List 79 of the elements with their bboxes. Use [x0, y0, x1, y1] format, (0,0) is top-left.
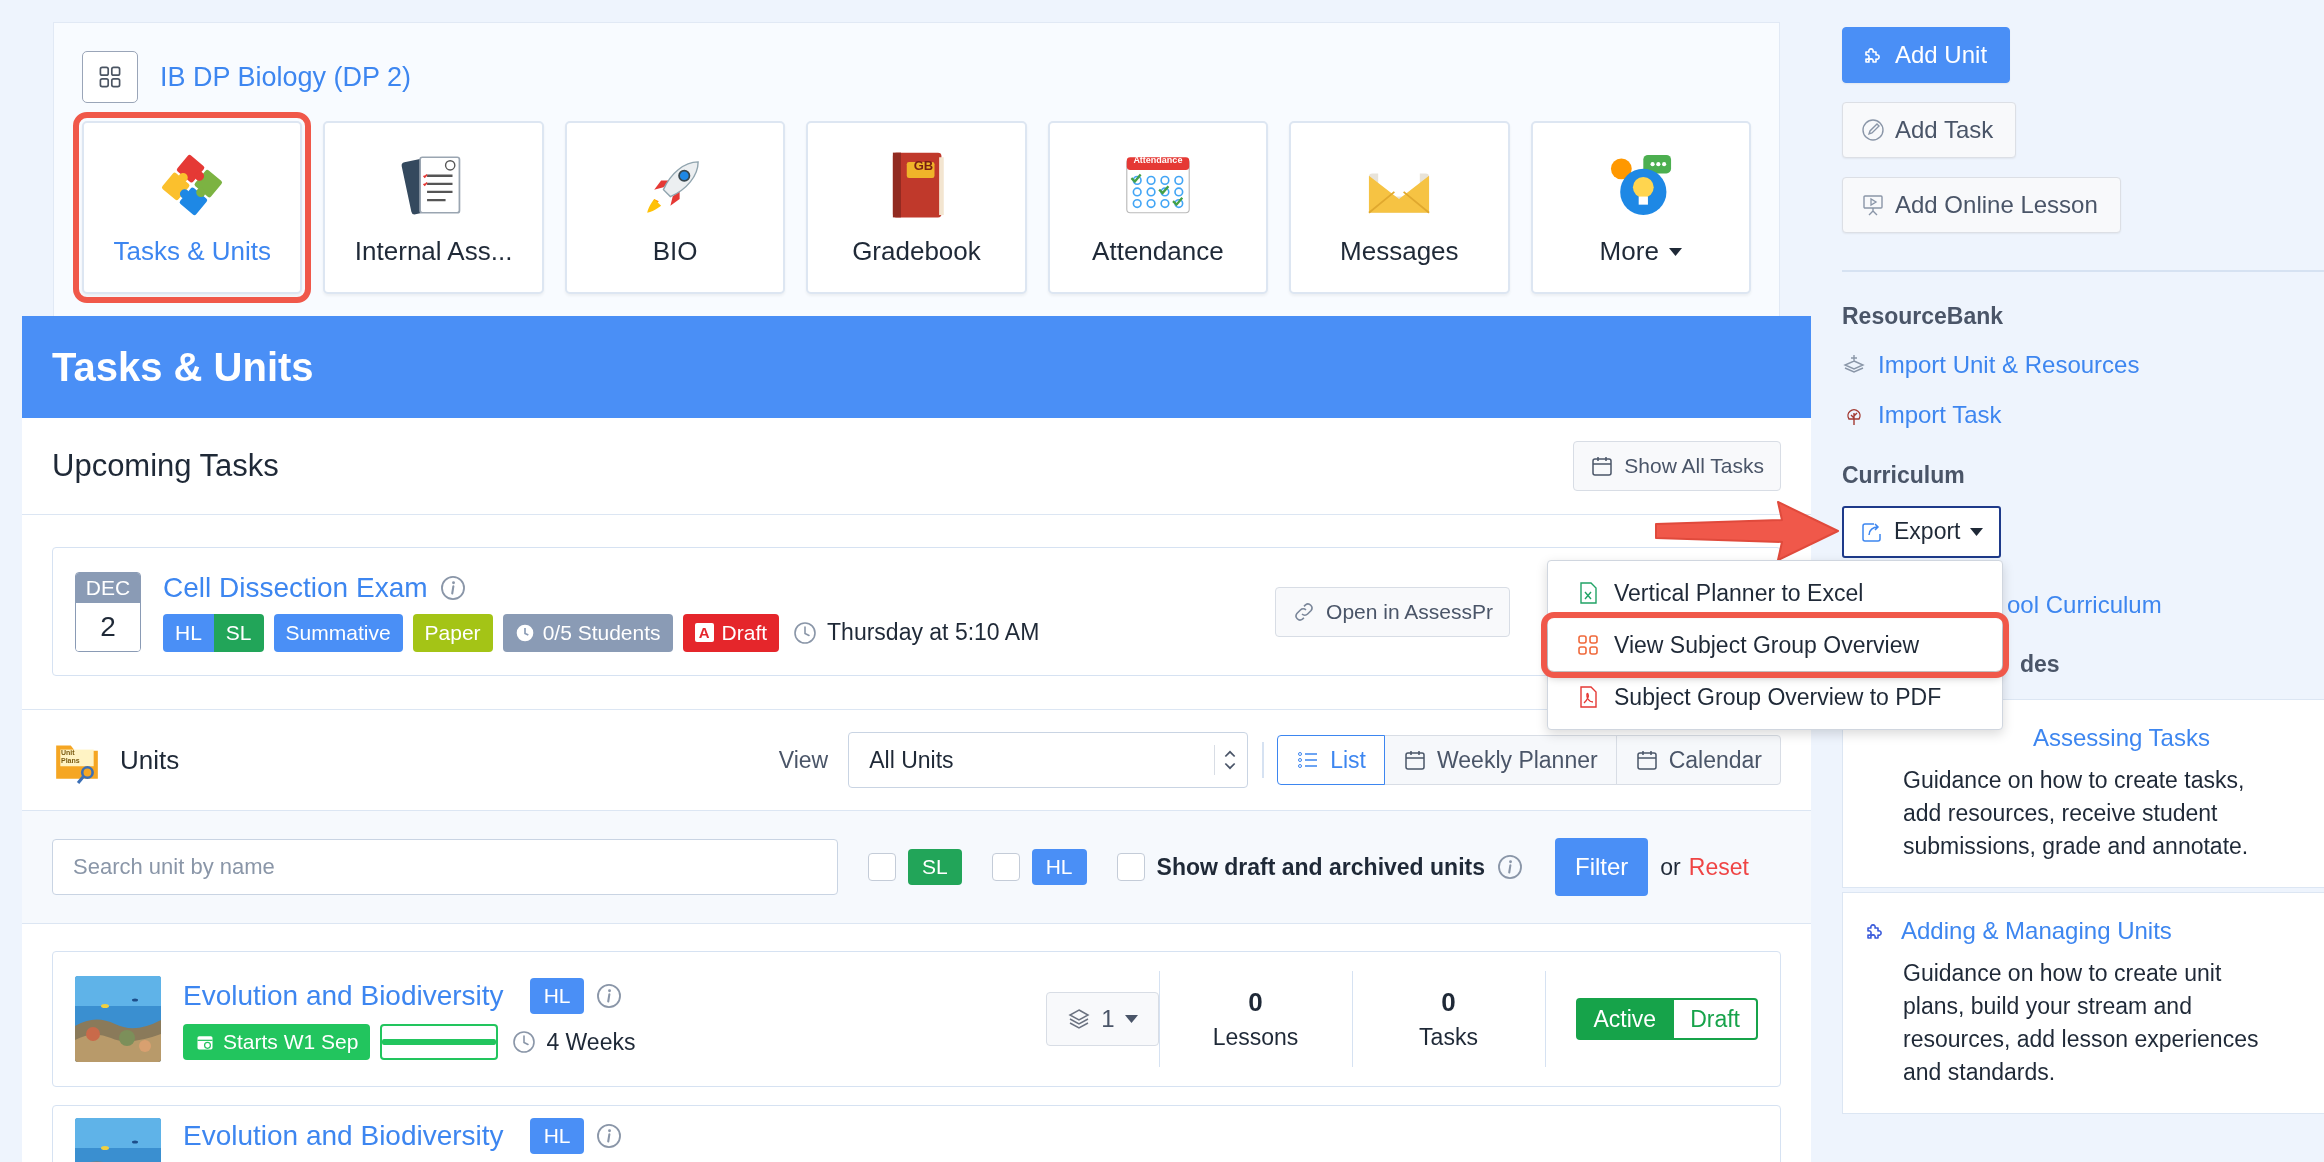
- apps-grid-button[interactable]: [82, 51, 138, 103]
- lesson-count: 0: [1248, 987, 1263, 1018]
- tag-badge: Summative: [273, 613, 403, 652]
- date-month: DEC: [76, 572, 140, 603]
- layers-icon: [1067, 1007, 1092, 1031]
- menu-item[interactable]: Subject Group Overview to PDF: [1548, 671, 2002, 723]
- section-heading: Upcoming Tasks: [52, 448, 279, 484]
- clock-icon: [793, 620, 818, 645]
- info-icon[interactable]: [596, 1123, 623, 1149]
- guide-link[interactable]: Adding & Managing Units: [1901, 916, 2172, 945]
- level-badge: SL: [908, 849, 962, 885]
- start-badge: Starts W1 Sep: [183, 1024, 371, 1060]
- info-icon[interactable]: [1497, 854, 1523, 880]
- students-badge: 0/5 Students: [502, 613, 673, 652]
- open-button[interactable]: Open in AssessPr: [1275, 586, 1510, 637]
- task-title[interactable]: Cell Dissection Exam: [163, 571, 428, 604]
- caret-icon: [1970, 527, 1984, 536]
- export-button[interactable]: Export: [1842, 505, 2002, 558]
- guide-description: Guidance on how to create unit plans, build your stream and resources, add lesson experiences and standards.: [1903, 958, 2260, 1087]
- grid-icon: [98, 65, 122, 89]
- due-time: Thursday at 5:10 AM: [827, 619, 1040, 646]
- caret-icon: [1124, 1015, 1138, 1023]
- reset-link[interactable]: Reset: [1688, 853, 1749, 881]
- status-badge: A Draft: [682, 613, 780, 652]
- task-count: 0: [1441, 987, 1456, 1018]
- menu-item[interactable]: View Subject Group Overview: [1548, 619, 2002, 671]
- stat-label: Tasks: [1419, 1024, 1478, 1051]
- level-badge: HL: [529, 1118, 585, 1154]
- action-button[interactable]: Add Online Lesson: [1842, 177, 2121, 233]
- tag-badge: Paper: [412, 613, 493, 652]
- view-tab[interactable]: Weekly Planner: [1384, 735, 1617, 785]
- menu-item[interactable]: Vertical Planner to Excel: [1548, 567, 2002, 619]
- checkbox[interactable]: [1116, 853, 1145, 881]
- presentation-icon: [1861, 193, 1885, 217]
- level-badge: SL: [213, 613, 264, 652]
- duration: 4 Weeks: [546, 1028, 636, 1056]
- unit-title[interactable]: Evolution and Biodiversity: [183, 1120, 504, 1152]
- section-heading: Units: [120, 744, 180, 776]
- checkbox[interactable]: [991, 853, 1020, 881]
- view-label: View: [778, 746, 829, 774]
- info-icon[interactable]: [439, 574, 466, 601]
- app-tile[interactable]: More: [1530, 121, 1751, 294]
- view-tab[interactable]: Calendar: [1615, 735, 1781, 785]
- search-field[interactable]: Search unit by name: [52, 839, 838, 895]
- pencil-icon: [1861, 118, 1885, 142]
- app-tile[interactable]: BIO: [564, 121, 786, 294]
- view-tab[interactable]: List: [1277, 735, 1385, 785]
- icon-label: GB: [912, 158, 935, 173]
- info-icon[interactable]: [596, 983, 623, 1009]
- sidebar-heading: Curriculum: [1842, 460, 1965, 489]
- guide-description: Guidance on how to create tasks, add resources, receive student submissions, grade and annotate.: [1903, 765, 2250, 861]
- calendar-icon: [1590, 454, 1615, 478]
- sidebar-heading: des: [2020, 649, 2060, 678]
- stream-button[interactable]: 1: [1046, 992, 1159, 1046]
- app-tile[interactable]: Internal Ass...: [323, 121, 544, 294]
- updown-icon: [1214, 745, 1238, 775]
- calendar-icon: [1634, 748, 1659, 772]
- caret-icon: [1668, 247, 1682, 256]
- app-tile[interactable]: Attendance Attendance: [1047, 121, 1269, 294]
- section-title: Tasks & Units: [52, 344, 314, 390]
- or-text: or: [1660, 853, 1681, 881]
- view-select[interactable]: All Units: [848, 732, 1249, 788]
- icon-label: Attendance: [1132, 155, 1184, 165]
- sidebar-heading: ResourceBank: [1842, 301, 2004, 330]
- unit-title[interactable]: Evolution and Biodiversity: [183, 980, 504, 1012]
- grid-icon: [1576, 633, 1600, 657]
- app-tile[interactable]: GB Gradebook: [806, 121, 1027, 294]
- level-badge: HL: [529, 978, 585, 1014]
- app-tile[interactable]: Messages: [1289, 121, 1510, 294]
- calendar-icon: [1403, 748, 1427, 772]
- action-button[interactable]: Add Task: [1842, 102, 2017, 158]
- level-badge: HL: [1031, 849, 1087, 885]
- guide-link[interactable]: Assessing Tasks: [2033, 723, 2210, 752]
- filter-label: Show draft and archived units: [1156, 853, 1485, 881]
- stat-label: Lessons: [1212, 1024, 1299, 1051]
- level-badge: HL: [163, 613, 214, 652]
- clock-icon: [512, 1030, 537, 1054]
- show-all-tasks-button[interactable]: Show All Tasks: [1573, 441, 1781, 491]
- checkbox[interactable]: [868, 853, 896, 881]
